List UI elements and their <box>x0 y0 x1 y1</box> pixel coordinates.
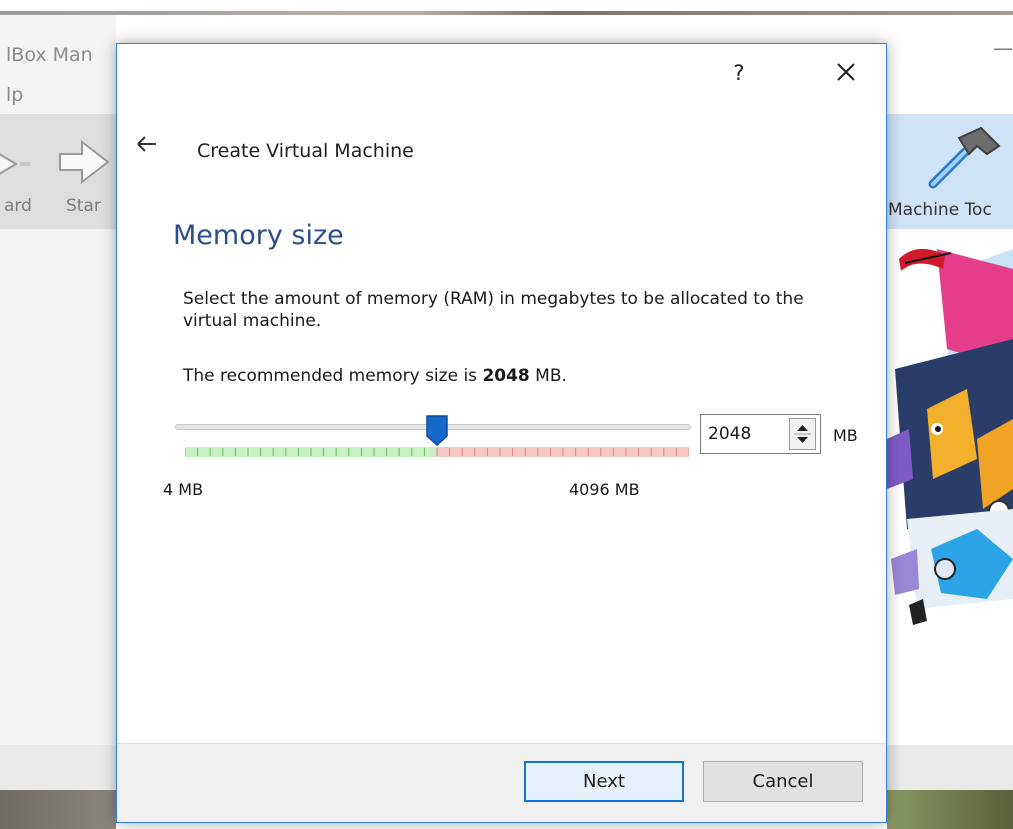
help-button[interactable]: ? <box>725 58 753 88</box>
background-tool-machine-tools[interactable]: Machine Toc <box>888 200 992 220</box>
background-minimize-button[interactable]: — <box>993 36 1013 60</box>
background-menu-help[interactable]: lp <box>6 84 23 106</box>
recommended-suffix: MB. <box>529 366 567 386</box>
back-arrow-icon[interactable] <box>135 134 159 154</box>
slider-thumb[interactable] <box>425 414 449 446</box>
recommended-prefix: The recommended memory size is <box>183 366 483 386</box>
background-tool-wizard[interactable]: ard <box>4 196 32 216</box>
recommended-memory-text: The recommended memory size is 2048 MB. <box>183 366 567 386</box>
background-title-strip <box>0 11 1013 15</box>
next-button[interactable]: Next <box>524 761 684 802</box>
memory-size-input[interactable] <box>701 415 789 453</box>
memory-description: Select the amount of memory (RAM) in meg… <box>183 289 804 331</box>
background-app-title: lBox Man <box>6 44 93 66</box>
wizard-arrow-icon <box>0 153 30 175</box>
page-title: Memory size <box>173 220 344 251</box>
dialog-title: Create Virtual Machine <box>197 140 414 162</box>
start-arrow-icon <box>59 139 110 185</box>
dialog-footer: Next Cancel <box>117 743 886 822</box>
close-icon[interactable] <box>831 57 861 87</box>
stepper-arrows-icon <box>794 425 811 443</box>
background-tool-start[interactable]: Star <box>66 196 101 216</box>
memory-slider[interactable] <box>175 414 691 468</box>
memory-unit-label: MB <box>833 426 858 445</box>
cancel-button[interactable]: Cancel <box>703 761 863 802</box>
slider-min-label: 4 MB <box>163 480 204 499</box>
recommended-value: 2048 <box>482 366 530 386</box>
memory-spinbox <box>700 414 821 454</box>
memory-stepper[interactable] <box>789 418 816 450</box>
background-mascot-illustration <box>887 229 1013 745</box>
hammer-icon <box>928 126 1001 189</box>
create-vm-dialog: ? Create Virtual Machine Memory size Sel… <box>116 43 887 823</box>
virtualbox-mascot-icon <box>887 248 1013 625</box>
background-right-desktop <box>887 790 1013 829</box>
slider-max-label: 4096 MB <box>569 480 640 499</box>
slider-ticks <box>185 448 689 456</box>
background-left-desktop <box>0 790 116 829</box>
